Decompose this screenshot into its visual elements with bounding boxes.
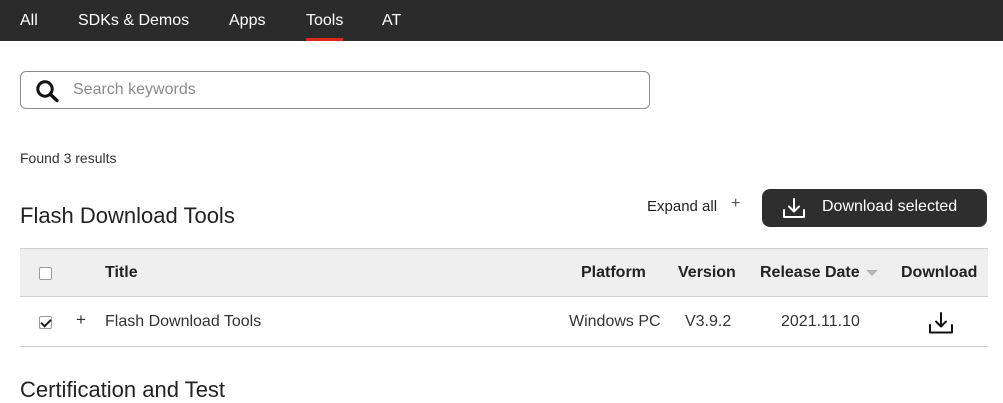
row-release-date: 2021.11.10 [781,313,860,330]
select-all-checkbox[interactable] [39,267,52,280]
row-version: V3.9.2 [685,313,732,330]
next-section-title: Certification and Test [20,377,226,402]
tab-sdks-demos[interactable]: SDKs & Demos [78,0,189,41]
expand-all-link[interactable]: Expand all [647,198,717,215]
tab-apps[interactable]: Apps [229,0,265,41]
header-platform[interactable]: Platform [581,264,646,282]
search-box[interactable] [20,71,650,109]
row-expand-icon[interactable]: + [76,310,86,330]
header-title[interactable]: Title [105,264,138,282]
tab-at[interactable]: AT [382,0,401,41]
expand-all-plus-icon[interactable]: + [731,195,740,213]
section-title: Flash Download Tools [20,203,235,228]
sort-desc-icon[interactable] [866,270,878,276]
header-release-date[interactable]: Release Date [760,264,860,282]
table-header: Title Platform Version Release Date Down… [20,248,988,297]
top-nav: All SDKs & Demos Apps Tools AT [0,0,1003,41]
download-icon [783,198,805,218]
results-count: Found 3 results [20,150,117,166]
header-download: Download [901,264,978,281]
download-selected-button[interactable]: Download selected [762,189,987,227]
download-icon[interactable] [928,311,954,335]
header-version[interactable]: Version [678,264,736,282]
tab-all[interactable]: All [20,0,38,41]
table-row: + Flash Download Tools Windows PC V3.9.2… [20,297,988,347]
row-checkbox[interactable] [39,316,52,329]
search-icon [36,80,59,103]
search-input[interactable] [71,76,631,104]
row-title: Flash Download Tools [105,313,262,330]
tab-tools[interactable]: Tools [306,0,344,41]
download-selected-label: Download selected [822,198,958,215]
row-platform: Windows PC [569,313,661,330]
